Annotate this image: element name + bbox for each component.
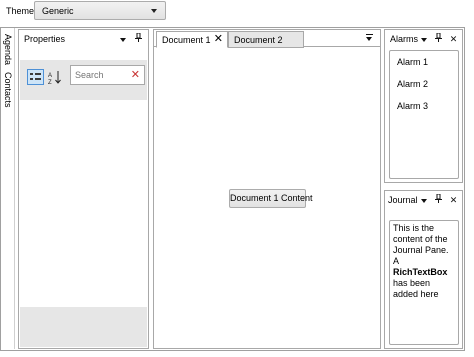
categorize-button[interactable] (27, 69, 44, 85)
sort-alpha-icon: A Z (48, 71, 61, 86)
chevron-down-icon[interactable] (120, 38, 126, 42)
tab-label: Document 1 (162, 35, 211, 45)
autohide-tab-contacts[interactable]: Contacts (3, 72, 13, 108)
document-tabstrip: Document 1 ✕ Document 2 (154, 30, 380, 48)
clear-search-icon[interactable]: ✕ (131, 69, 140, 81)
alarms-pane: Alarms ✕ Alarm 1 Alarm 2 Alarm 3 (384, 29, 463, 183)
list-item[interactable]: Alarm 1 (397, 57, 428, 67)
chevron-down-icon[interactable] (421, 38, 427, 42)
theme-select-value: Generic (42, 6, 74, 16)
close-icon[interactable]: ✕ (448, 194, 459, 206)
search-input[interactable] (75, 69, 125, 81)
tab-label: Document 2 (234, 35, 283, 45)
chevron-down-icon[interactable] (421, 199, 427, 203)
document-list-icon[interactable] (366, 34, 374, 42)
properties-toolbar: A Z ✕ (20, 60, 147, 100)
tab-document-1[interactable]: Document 1 ✕ (156, 31, 228, 48)
close-icon[interactable]: ✕ (214, 32, 223, 47)
list-item[interactable]: Alarm 3 (397, 101, 428, 111)
pin-icon[interactable] (433, 193, 444, 206)
svg-text:Z: Z (48, 80, 52, 85)
document-pane: Document 1 ✕ Document 2 Document 1 Conte… (153, 29, 381, 349)
theme-select[interactable]: Generic (34, 1, 166, 20)
pin-icon[interactable] (433, 32, 444, 45)
list-item[interactable]: Alarm 2 (397, 79, 428, 89)
alarms-pane-title: Alarms (390, 34, 419, 44)
pin-icon[interactable] (133, 32, 144, 45)
autohide-tab-agenda[interactable]: Agenda (3, 34, 13, 65)
alarms-pane-header: Alarms ✕ (385, 30, 462, 48)
chevron-down-icon (151, 9, 157, 13)
autohide-strip-left: Agenda Contacts (1, 28, 15, 349)
journal-text-after: has been added here (393, 278, 439, 299)
properties-pane: Properties A Z ✕ (18, 29, 149, 349)
journal-richtextbox[interactable]: This is the content of the Journal Pane.… (389, 220, 459, 345)
journal-pane-header: Journal ✕ (385, 191, 462, 209)
close-icon[interactable]: ✕ (448, 33, 459, 45)
journal-pane-title: Journal (388, 195, 418, 205)
tab-document-2[interactable]: Document 2 (228, 31, 304, 48)
categorize-icon (30, 73, 41, 80)
journal-pane: Journal ✕ This is the content of the Jou… (384, 190, 463, 349)
alarms-list: Alarm 1 Alarm 2 Alarm 3 (389, 50, 459, 179)
search-box[interactable]: ✕ (70, 65, 145, 85)
theme-label: Theme: (6, 6, 37, 16)
svg-text:A: A (48, 73, 52, 79)
properties-pane-title: Properties (24, 34, 66, 44)
sort-alphabetical-button[interactable]: A Z (48, 69, 62, 86)
properties-description-area (20, 307, 147, 347)
document-content-button[interactable]: Document 1 Content (229, 189, 313, 208)
journal-text-bold: RichTextBox (393, 267, 448, 277)
properties-pane-header: Properties (19, 30, 148, 48)
journal-text-before: This is the content of the Journal Pane.… (393, 223, 449, 266)
